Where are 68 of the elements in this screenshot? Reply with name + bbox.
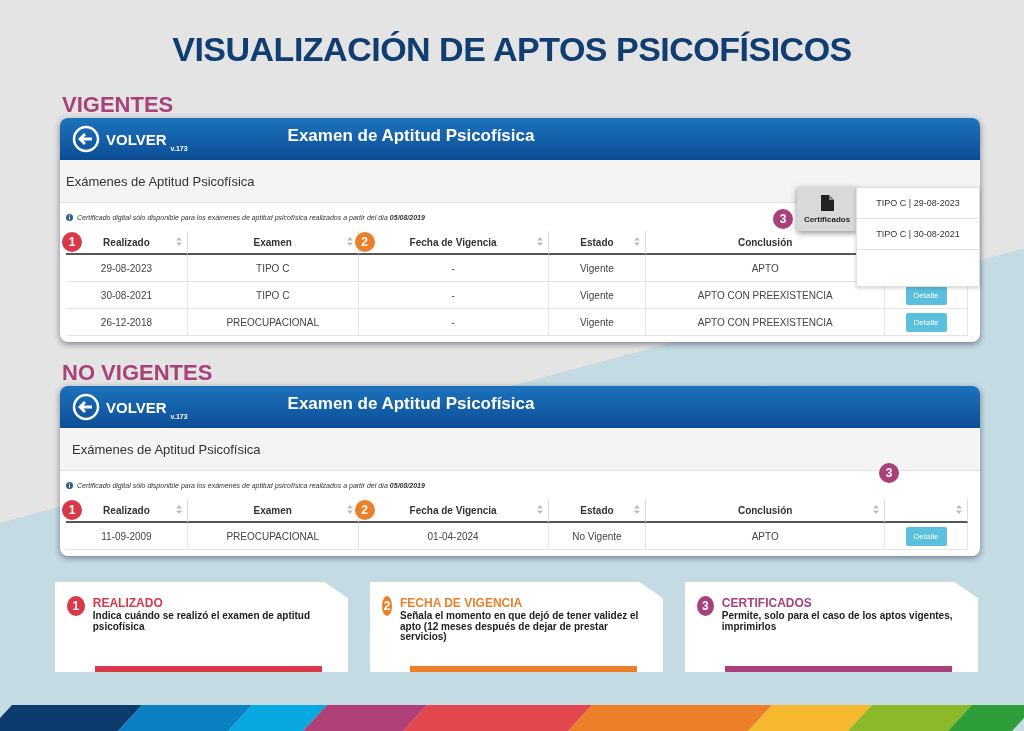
table-cell: PREOCUPACIONAL [226,316,319,328]
table-cell: APTO [751,262,779,274]
column-header[interactable]: Conclusión [737,504,793,516]
page-title: VISUALIZACIÓN DE APTOS PSICOFÍSICOS [171,29,853,70]
sort-icon [536,237,543,246]
column-header[interactable]: Estado [580,504,614,516]
sort-icon [175,505,182,514]
column-header[interactable]: Conclusión [737,236,793,248]
table-cell: PREOCUPACIONAL [226,530,319,542]
table-cell: 29-08-2023 [100,262,152,274]
table-cell: 30-08-2021 [100,289,152,301]
number-badge: 1 [67,596,85,616]
table-cell: 11-09-2009 [101,530,152,542]
number-badge: 3 [697,596,714,616]
table-cell: - [451,289,455,301]
column-header[interactable]: Examen [253,236,292,248]
table-cell: Vigente [580,289,614,301]
sort-icon [634,237,641,246]
app-title: Examen de Aptitud Psicofísica [287,394,535,414]
sort-icon [873,505,880,514]
document-icon [820,194,834,211]
number-badge: 3 [879,463,899,483]
info-icon [66,481,73,489]
back-button[interactable]: VOLVER [72,393,167,421]
table-cell: - [451,316,455,328]
number-badge: 2 [354,232,375,252]
page-title: Exámenes de Aptitud Psicofísica [72,441,261,457]
legend-title: FECHA DE VIGENCIA [400,596,524,610]
table-cell: Vigente [580,262,614,274]
number-badge: 1 [62,500,82,520]
table-cell: - [451,262,455,274]
table-cell: 26-12-2018 [100,316,152,328]
legend-title: REALIZADO [92,596,164,610]
column-header[interactable]: Fecha de Vigencia [409,236,497,248]
back-button[interactable]: VOLVER [72,125,167,153]
column-header[interactable]: Fecha de Vigencia [409,504,497,516]
table-cell: No Vigente [572,530,622,542]
number-badge: 2 [354,500,375,520]
number-badge: 1 [62,232,82,252]
column-header[interactable]: Estado [580,236,614,248]
legend-text: Señala el momento en que dejó de tener validez el apto (12 meses después de dejar de prestar servicios) [400,611,640,643]
table-cell: 01-04-2024 [427,530,479,542]
table-cell: TIPO C [256,289,290,301]
page-title: Exámenes de Aptitud Psicofísica [66,173,255,189]
sort-icon [175,237,182,246]
legend-text: Permite, solo para el caso de los aptos vigentes, imprimirlos [721,611,954,632]
section-heading: NO VIGENTES [62,360,214,386]
legend-title: CERTIFICADOS [721,596,813,610]
table-cell: Vigente [580,316,614,328]
table-cell: APTO CON PREEXISTENCIA [697,289,833,301]
sort-icon [536,505,543,514]
column-header[interactable]: Examen [253,504,292,516]
column-header[interactable]: Realizado [103,504,150,516]
sort-icon [634,505,641,514]
info-icon [66,213,73,221]
sort-icon [956,505,962,514]
number-badge: 2 [382,596,392,616]
legend-text: Indica cuándo se realizó el examen de aptitud psicofísica [92,611,312,632]
number-badge: 3 [773,209,793,229]
app-title: Examen de Aptitud Psicofísica [287,126,535,146]
table-cell: TIPO C [256,262,290,274]
menu-item[interactable]: TIPO C | 30-08-2021 [857,219,979,250]
column-header[interactable]: Realizado [103,236,150,248]
section-heading: VIGENTES [62,92,175,118]
menu-item[interactable]: TIPO C | 29-08-2023 [857,188,979,219]
table-cell: APTO CON PREEXISTENCIA [697,316,833,328]
table-cell: APTO [751,530,779,542]
certificates-button[interactable]: Certificados [797,187,857,231]
